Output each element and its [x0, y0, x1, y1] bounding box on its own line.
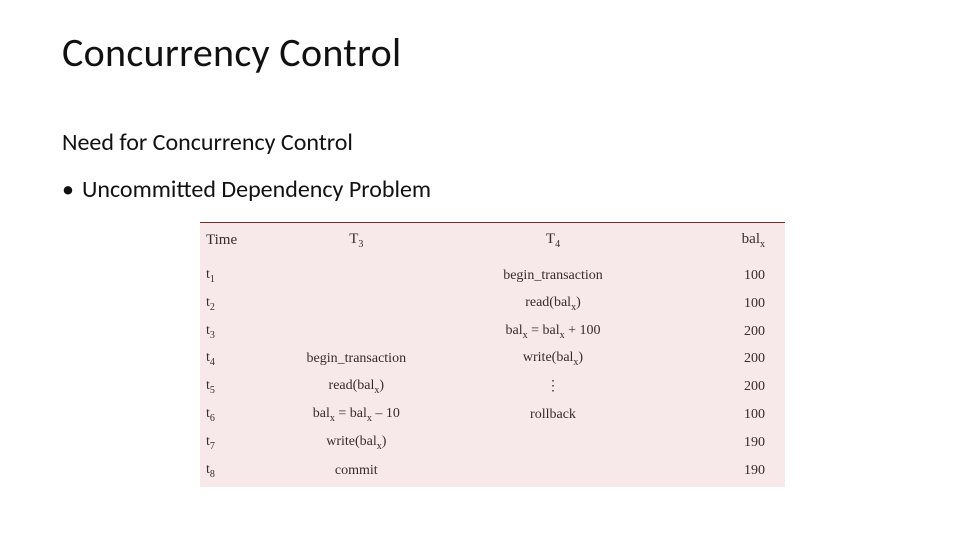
- slide-title: Concurrency Control: [62, 28, 401, 77]
- table-row: t5read(balx)⋮200: [200, 373, 785, 401]
- cell-bal: 200: [664, 318, 785, 346]
- transaction-table: Time T3 T4 balx t1begin_transaction100t2…: [200, 222, 785, 487]
- cell-t3: write(balx): [271, 429, 442, 457]
- table-row: t1 begin_transaction100: [200, 262, 785, 290]
- table-row: t4begin_transactionwrite(balx)200: [200, 345, 785, 373]
- table-row: t6balx = balx – 10rollback100: [200, 401, 785, 429]
- cell-t4: begin_transaction: [442, 262, 664, 290]
- table-row: t2 read(balx)100: [200, 290, 785, 318]
- cell-bal: 190: [664, 429, 785, 457]
- cell-t4: read(balx): [442, 290, 664, 318]
- th-time: Time: [200, 223, 271, 262]
- cell-bal: 100: [664, 290, 785, 318]
- cell-t4: ⋮: [442, 373, 664, 401]
- cell-time: t3: [200, 318, 271, 346]
- cell-time: t4: [200, 345, 271, 373]
- cell-time: t8: [200, 457, 271, 488]
- cell-bal: 190: [664, 457, 785, 488]
- th-t3: T3: [271, 223, 442, 262]
- table-row: t7write(balx) 190: [200, 429, 785, 457]
- table-row: t3 balx = balx + 100200: [200, 318, 785, 346]
- bullet-marker: •: [62, 175, 74, 204]
- cell-time: t5: [200, 373, 271, 401]
- cell-t3: commit: [271, 457, 442, 488]
- th-t4: T4: [442, 223, 664, 262]
- cell-time: t2: [200, 290, 271, 318]
- th-bal: balx: [664, 223, 785, 262]
- slide: Concurrency Control Need for Concurrency…: [0, 0, 960, 540]
- cell-bal: 100: [664, 401, 785, 429]
- cell-t4: rollback: [442, 401, 664, 429]
- cell-bal: 200: [664, 373, 785, 401]
- slide-subtitle: Need for Concurrency Control: [62, 128, 353, 157]
- cell-time: t7: [200, 429, 271, 457]
- bullet-text: Uncommitted Dependency Problem: [82, 175, 431, 204]
- table-row: t8commit 190: [200, 457, 785, 488]
- cell-t3: [271, 318, 442, 346]
- cell-t3: read(balx): [271, 373, 442, 401]
- cell-t4: balx = balx + 100: [442, 318, 664, 346]
- cell-t3: balx = balx – 10: [271, 401, 442, 429]
- cell-time: t1: [200, 262, 271, 290]
- cell-t3: [271, 262, 442, 290]
- cell-t4: [442, 457, 664, 488]
- cell-t3: [271, 290, 442, 318]
- table-header-row: Time T3 T4 balx: [200, 223, 785, 262]
- table-body: t1begin_transaction100t2read(balx)100t3b…: [200, 262, 785, 487]
- cell-t3: begin_transaction: [271, 345, 442, 373]
- cell-t4: write(balx): [442, 345, 664, 373]
- bullet-item: • Uncommitted Dependency Problem: [62, 175, 431, 204]
- cell-bal: 100: [664, 262, 785, 290]
- cell-t4: [442, 429, 664, 457]
- cell-time: t6: [200, 401, 271, 429]
- cell-bal: 200: [664, 345, 785, 373]
